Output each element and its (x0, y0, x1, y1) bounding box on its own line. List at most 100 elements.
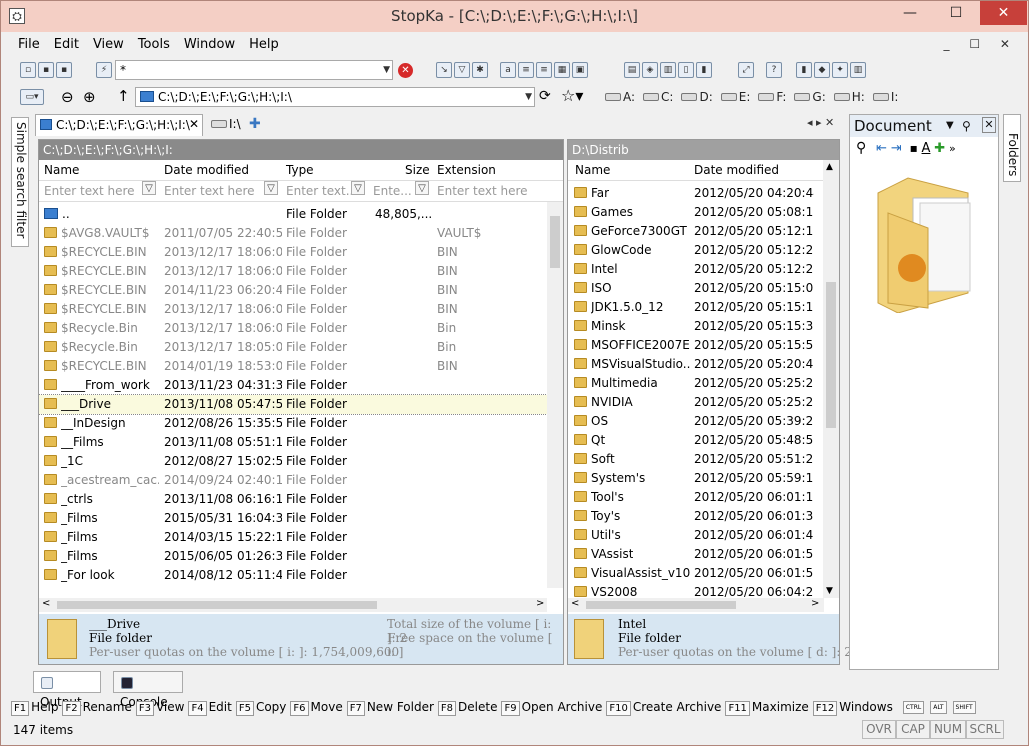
panel-icon-4[interactable]: ▯ (678, 62, 694, 78)
tab-scroll-icon[interactable]: ◂ ▸ ✕ (807, 116, 834, 129)
table-row[interactable]: Games 2012/05/20 05:08:16 (568, 203, 839, 222)
table-row[interactable]: $AVG8.VAULT$ 2011/07/05 22:40:58 File Fold… (39, 224, 563, 243)
tab-all-drives[interactable]: C:\;D:\;E:\;F:\;G:\;H:\;I:\ (35, 114, 203, 136)
table-row[interactable]: .. File Folder 48,805,... (39, 205, 563, 224)
table-row[interactable]: __Films 2013/11/08 05:51:10 File Folder (39, 433, 563, 452)
close-panel-icon[interactable]: ✕ (982, 117, 996, 133)
table-row[interactable]: MSVisualStudio... 2012/05/20 05:20:45 (568, 355, 839, 374)
drive-g[interactable]: G: (794, 90, 826, 104)
scroll-left-icon[interactable]: < (571, 598, 579, 609)
panel-icon-3[interactable]: ▥ (660, 62, 676, 78)
address-combo[interactable]: C:\;D:\;E:\;F:\;G:\;H:\;I:\ ▼ (135, 87, 535, 107)
new-icon[interactable]: ▫ (20, 62, 36, 78)
table-row[interactable]: GeForce7300GT 2012/05/20 05:12:15 (568, 222, 839, 241)
previous-icon[interactable]: ⇤ (876, 141, 887, 156)
table-row[interactable]: NVIDIA 2012/05/20 05:25:28 (568, 393, 839, 412)
save-icon[interactable]: ▪ (38, 62, 54, 78)
scroll-thumb[interactable] (57, 601, 377, 609)
table-row[interactable]: $Recycle.Bin 2013/12/17 18:05:05 File Fold… (39, 338, 563, 357)
modifier-alt[interactable]: ALT (930, 701, 947, 714)
fkey-f8[interactable]: F8 Delete (437, 697, 497, 717)
help-icon[interactable]: ? (766, 62, 782, 78)
table-row[interactable]: Minsk 2012/05/20 05:15:33 (568, 317, 839, 336)
simple-search-filter-tab[interactable]: Simple search filter (11, 117, 29, 247)
menu-file[interactable]: File (11, 34, 47, 55)
table-row[interactable]: _Films 2014/03/15 15:22:13 File Folder (39, 528, 563, 547)
col-extension[interactable]: Extension (437, 160, 496, 181)
table-row[interactable]: Multimedia 2012/05/20 05:25:28 (568, 374, 839, 393)
tab-console[interactable]: Console (113, 671, 183, 709)
table-row[interactable]: Intel 2012/05/20 05:12:28 (568, 260, 839, 279)
filter-date-input[interactable]: Enter text here (164, 181, 255, 201)
funnel-icon[interactable]: ▽ (454, 62, 470, 78)
app-icon-3[interactable]: ✦ (832, 62, 848, 78)
table-row[interactable]: Tool's 2012/05/20 06:01:18 (568, 488, 839, 507)
table-row[interactable]: VS2008 2012/05/20 06:04:23 (568, 583, 839, 597)
table-row[interactable]: OS 2012/05/20 05:39:29 (568, 412, 839, 431)
drive-i[interactable]: I: (872, 90, 898, 104)
app-icon-4[interactable]: ▥ (850, 62, 866, 78)
drive-e[interactable]: E: (720, 90, 750, 104)
chevron-down-icon[interactable]: ▼ (525, 88, 532, 106)
view-details-icon[interactable]: ▦ (554, 62, 570, 78)
table-row[interactable]: Toy's 2012/05/20 06:01:31 (568, 507, 839, 526)
forward-icon[interactable]: ⊕ (83, 88, 96, 106)
menu-tools[interactable]: Tools (131, 34, 177, 55)
chevron-down-icon[interactable]: ▼ (946, 115, 954, 137)
filter-size-input[interactable]: Ente... (373, 181, 412, 201)
drive-c[interactable]: C: (643, 90, 673, 104)
filter-apply-icon[interactable]: ↘ (436, 62, 452, 78)
funnel-icon[interactable]: ▽ (142, 181, 156, 195)
table-row[interactable]: _acestream_cac... 2014/09/24 02:40:10 File… (39, 471, 563, 490)
funnel-icon[interactable]: ▽ (351, 181, 365, 195)
menu-window[interactable]: Window (177, 34, 242, 55)
more-icon[interactable]: » (949, 142, 956, 155)
filter-combo[interactable]: * ▼ (115, 60, 393, 80)
modifier-shift[interactable]: SHIFT (952, 701, 976, 714)
table-row[interactable]: $RECYCLE.BIN 2013/12/17 18:06:07 File Fold… (39, 243, 563, 262)
next-icon[interactable]: ⇥ (891, 141, 902, 156)
table-row[interactable]: JDK1.5.0_12 2012/05/20 05:15:19 (568, 298, 839, 317)
table-row[interactable]: GlowCode 2012/05/20 05:12:25 (568, 241, 839, 260)
table-row[interactable]: Util's 2012/05/20 06:01:45 (568, 526, 839, 545)
scroll-right-icon[interactable]: > (536, 598, 544, 609)
drive-d[interactable]: D: (681, 90, 713, 104)
table-row[interactable]: _Films 2015/06/05 01:26:32 File Folder (39, 547, 563, 566)
favorites-icon[interactable]: ☆▾ (561, 86, 583, 105)
connect-icon[interactable]: ⚡ (96, 62, 112, 78)
panel-icon-2[interactable]: ◈ (642, 62, 658, 78)
table-row[interactable]: Far 2012/05/20 04:20:44 (568, 184, 839, 203)
asterisk-icon[interactable]: ✱ (472, 62, 488, 78)
scroll-thumb[interactable] (550, 216, 560, 268)
col-date[interactable]: Date modified (694, 160, 779, 181)
funnel-icon[interactable]: ▽ (415, 181, 429, 195)
scroll-thumb[interactable] (826, 282, 836, 428)
drive-h[interactable]: H: (833, 90, 865, 104)
app-icon[interactable]: ⛭ (9, 8, 25, 24)
left-horizontal-scrollbar[interactable]: < > (39, 598, 547, 612)
fkey-f7[interactable]: F7 New Folder (346, 697, 434, 717)
scroll-down-icon[interactable]: ▼ (826, 586, 833, 596)
filter-type-input[interactable]: Enter text... (286, 181, 357, 201)
table-row[interactable]: ___Drive 2013/11/08 05:47:52 File Folder (39, 394, 563, 415)
close-tab-icon[interactable]: ✕ (189, 117, 199, 131)
table-row[interactable]: _For look 2014/08/12 05:11:40 File Folder (39, 566, 563, 585)
table-row[interactable]: VisualAssist_v10... 2012/05/20 06:01:53 (568, 564, 839, 583)
view-icon-3[interactable]: ≡ (536, 62, 552, 78)
mdi-controls[interactable]: _ ☐ ✕ (944, 37, 1018, 51)
table-row[interactable]: $RECYCLE.BIN 2013/12/17 18:06:07 File Fold… (39, 262, 563, 281)
save-all-icon[interactable]: ▪ (56, 62, 72, 78)
clear-filter-icon[interactable]: ✕ (398, 63, 413, 78)
view-thumbs-icon[interactable]: ▣ (572, 62, 588, 78)
fkey-f10[interactable]: F10 Create Archive (606, 697, 721, 717)
table-row[interactable]: $RECYCLE.BIN 2013/12/17 18:06:07 File Fold… (39, 300, 563, 319)
menu-edit[interactable]: Edit (47, 34, 86, 55)
drive-f[interactable]: F: (758, 90, 786, 104)
right-horizontal-scrollbar[interactable]: < > (568, 598, 824, 612)
console-icon[interactable]: ▮ (796, 62, 812, 78)
col-name[interactable]: Name (575, 160, 610, 181)
funnel-icon[interactable]: ▽ (264, 181, 278, 195)
table-row[interactable]: Qt 2012/05/20 05:48:53 (568, 431, 839, 450)
minimize-button[interactable]: — (888, 1, 932, 25)
fkey-f11[interactable]: F11 Maximize (725, 697, 809, 717)
